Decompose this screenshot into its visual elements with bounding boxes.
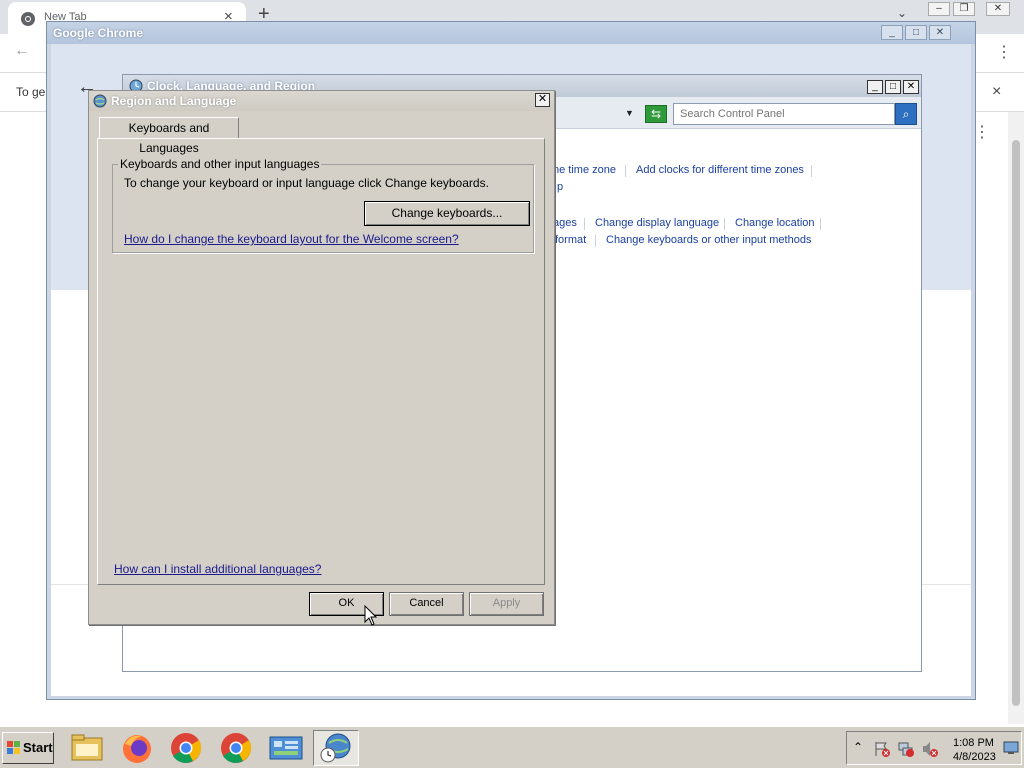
search-icon[interactable]: ⌕ — [895, 103, 917, 125]
clr-minimize-button[interactable]: _ — [867, 80, 883, 94]
taskbar-chrome-2[interactable] — [213, 730, 259, 766]
install-languages-help-link[interactable]: How can I install additional languages? — [114, 562, 321, 576]
change-keyboards-link[interactable]: Change keyboards or other input methods — [606, 234, 811, 246]
welcome-screen-keyboard-help-link[interactable]: How do I change the keyboard layout for … — [124, 232, 459, 246]
change-location-link[interactable]: Change location — [735, 217, 815, 229]
control-panel-icon — [269, 736, 303, 760]
chrome-favicon-icon — [21, 12, 35, 26]
link-separator — [584, 218, 585, 230]
chrome-icon — [171, 733, 202, 763]
clr-close-button[interactable]: ✕ — [903, 80, 919, 94]
link-separator — [625, 165, 626, 177]
chrome-close-button[interactable]: ✕ — [986, 2, 1010, 16]
gc-caption-buttons: _ □ ✕ — [879, 24, 951, 40]
mouse-cursor-icon — [364, 605, 378, 626]
taskbar-firefox[interactable] — [114, 730, 160, 766]
clock-time[interactable]: 1:08 PM — [953, 737, 994, 749]
region-language-dialog: Region and Language ✕ Keyboards and Lang… — [88, 90, 555, 625]
clr-caption-buttons: _ □ ✕ — [865, 78, 919, 94]
search-control-panel-input[interactable] — [673, 103, 895, 125]
infobar-close-icon[interactable]: × — [992, 83, 1001, 101]
link-separator — [724, 218, 725, 230]
apply-button[interactable]: Apply — [469, 592, 544, 616]
start-button[interactable]: Start — [2, 732, 54, 764]
gc-maximize-button[interactable]: □ — [905, 25, 927, 40]
link-separator — [595, 235, 596, 247]
globe-clock-icon — [320, 733, 351, 763]
taskbar-file-explorer[interactable] — [64, 730, 110, 766]
address-dropdown-icon[interactable]: ▼ — [625, 108, 634, 118]
chrome-minimize-button[interactable]: – — [928, 2, 950, 16]
firefox-icon — [123, 735, 151, 763]
infobar-text: To ge — [16, 85, 46, 99]
windows-flag-icon — [7, 741, 20, 754]
folder-icon — [71, 734, 103, 761]
taskbar-control-panel[interactable] — [263, 730, 309, 766]
rl-titlebar[interactable]: Region and Language ✕ — [89, 91, 554, 111]
rl-tab-panel: Keyboards and other input languages To c… — [97, 138, 545, 585]
refresh-icon[interactable]: ⇆ — [645, 105, 667, 123]
start-label: Start — [23, 740, 53, 755]
rl-close-button[interactable]: ✕ — [535, 93, 550, 107]
clock-date[interactable]: 4/8/2023 — [953, 751, 996, 763]
chrome-restore-button[interactable]: ❐ — [953, 2, 975, 16]
clr-maximize-button[interactable]: □ — [885, 80, 901, 94]
rl-dialog-title: Region and Language — [111, 94, 237, 108]
languages-link[interactable]: ages — [553, 217, 577, 229]
change-keyboards-button[interactable]: Change keyboards... — [364, 201, 530, 226]
format-link[interactable]: format — [555, 234, 586, 246]
tab-search-chevron-icon[interactable]: ⌄ — [897, 6, 907, 20]
gc-close-button[interactable]: ✕ — [929, 25, 951, 40]
link-separator — [811, 165, 812, 177]
chrome-menu-icon[interactable]: ⋮ — [996, 42, 1012, 62]
gadget-link[interactable]: p — [557, 181, 563, 193]
chrome-scrollbar-thumb[interactable] — [1012, 140, 1020, 706]
cancel-button[interactable]: Cancel — [389, 592, 464, 616]
taskbar-region-language[interactable] — [313, 730, 359, 766]
set-time-zone-link[interactable]: he time zone — [553, 164, 616, 176]
groupbox-legend: Keyboards and other input languages — [118, 157, 322, 171]
groupbox-instruction-text: To change your keyboard or input languag… — [124, 176, 489, 190]
chrome-back-icon[interactable]: ← — [14, 42, 30, 60]
change-display-language-link[interactable]: Change display language — [595, 217, 719, 229]
tab-keyboards-and-languages[interactable]: Keyboards and Languages — [99, 117, 239, 155]
region-globe-icon — [93, 94, 107, 108]
chrome-icon — [221, 733, 252, 763]
gc-titlebar[interactable]: Google Chrome _ □ ✕ — [47, 22, 975, 44]
add-clocks-link[interactable]: Add clocks for different time zones — [636, 164, 804, 176]
link-separator — [820, 218, 821, 230]
gc-minimize-button[interactable]: _ — [881, 25, 903, 40]
volume-muted-icon[interactable] — [921, 740, 939, 758]
show-desktop-icon[interactable] — [1003, 740, 1019, 756]
system-tray: ⌃ 1:08 PM 4/8/2023 — [846, 731, 1022, 765]
show-hidden-icons-icon[interactable]: ⌃ — [853, 740, 863, 754]
network-icon[interactable] — [897, 740, 915, 758]
page-menu-icon[interactable]: ⋮ — [974, 122, 990, 142]
taskbar-chrome-1[interactable] — [163, 730, 209, 766]
action-center-flag-icon[interactable] — [873, 740, 891, 758]
gc-window-title: Google Chrome — [53, 26, 144, 40]
taskbar: Start ⌃ 1:08 PM 4/8/2023 — [0, 726, 1024, 768]
